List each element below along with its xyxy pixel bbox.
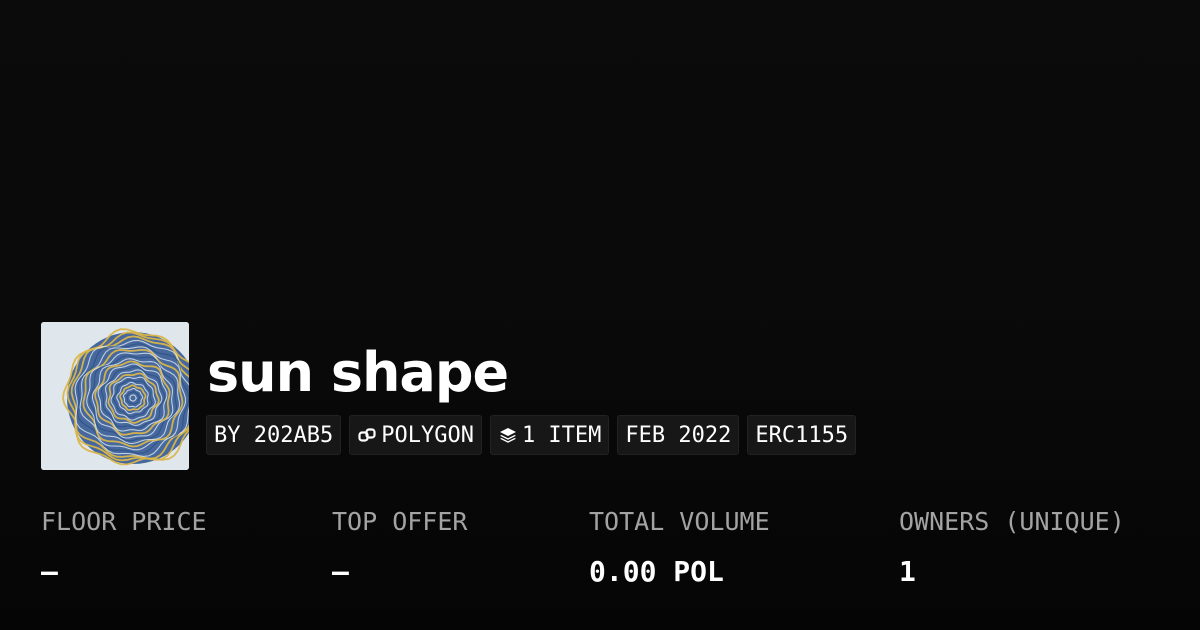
concentric-rings-artwork [41,322,189,470]
collection-title: sun shape [207,341,509,404]
collection-badges: BY 202AB5 POLYGON 1 ITEM FEB 2022 ERC115… [206,415,857,455]
items-badge[interactable]: 1 ITEM [489,415,610,455]
total-volume-stat: TOTAL VOLUME 0.00 POL [589,505,770,590]
top-offer-stat: TOP OFFER – [332,505,467,590]
date-label: FEB 2022 [625,422,732,448]
layers-icon [498,425,518,445]
floor-price-stat: FLOOR PRICE – [41,505,207,590]
total-volume-value: 0.00 POL [589,555,724,588]
creator-label: BY 202AB5 [214,422,334,448]
collection-thumbnail[interactable] [41,322,189,470]
chain-badge[interactable]: POLYGON [349,415,482,455]
date-badge: FEB 2022 [617,415,740,455]
owners-label: OWNERS (UNIQUE) [899,507,1125,536]
floor-price-value: – [41,555,58,588]
top-offer-label: TOP OFFER [332,507,468,536]
standard-label: ERC1155 [755,422,849,448]
creator-badge[interactable]: BY 202AB5 [206,415,342,455]
floor-price-label: FLOOR PRICE [41,507,207,536]
collection-card: sun shape BY 202AB5 POLYGON 1 ITEM FEB 2… [0,0,1200,630]
standard-badge: ERC1155 [747,415,857,455]
items-label: 1 ITEM [521,422,602,448]
top-offer-value: – [332,555,349,588]
owners-stat: OWNERS (UNIQUE) 1 [899,505,1125,590]
chain-link-icon [357,425,377,445]
owners-value: 1 [899,555,916,588]
total-volume-label: TOTAL VOLUME [589,507,770,536]
chain-label: POLYGON [381,422,474,448]
